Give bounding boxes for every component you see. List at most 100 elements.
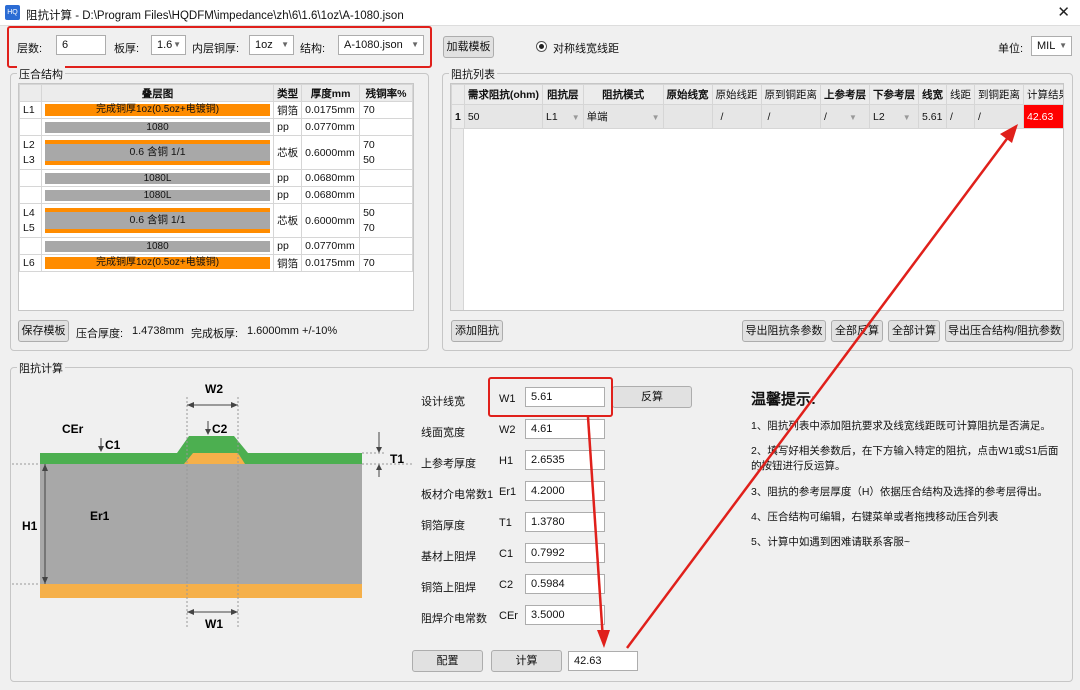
orig-space-cell[interactable]: / [711, 104, 762, 129]
inner-cu-select[interactable]: 1oz ▼ [249, 35, 294, 55]
stackup-row[interactable]: L6 完成铜厚1oz(0.5oz+电镀铜) 铜箔 0.0175mm 70 [19, 254, 413, 272]
impedance-row[interactable]: 1 50 L1 ▼ 单端 ▼ / / / ▼ L2 ▼ 5.61 / / 42.63 [451, 104, 1063, 129]
stackup-row[interactable]: L2 L3 0.6 含铜 1/1 芯板 0.6000mm 70 50 [19, 135, 413, 170]
param-label: 铜箔厚度 [421, 520, 465, 532]
close-icon[interactable]: ✕ [1057, 3, 1070, 21]
col-header: 残铜率% [359, 84, 413, 102]
col-header: 阻抗层 [542, 84, 584, 105]
thickness-cell[interactable]: 0.0680mm [301, 186, 361, 204]
ground-copper [40, 584, 362, 598]
c1-input[interactable]: 0.7992 [525, 543, 605, 563]
param-sym: W2 [499, 424, 516, 436]
thickness-cell[interactable]: 0.0770mm [301, 118, 361, 136]
layers-label: 层数: [17, 43, 43, 55]
h1-input[interactable]: 2.6535 [525, 450, 605, 470]
stackup-row[interactable]: 1080 pp 0.0770mm [19, 118, 413, 136]
finish-thickness-value: 1.6000mm +/-10% [247, 325, 338, 337]
stackup-row[interactable]: L1 完成铜厚1oz(0.5oz+电镀铜) 铜箔 0.0175mm 70 [19, 101, 413, 119]
config-button[interactable]: 配置 [412, 650, 483, 672]
chevron-down-icon: ▼ [848, 112, 857, 122]
thickness-select[interactable]: 1.6 ▼ [151, 35, 186, 55]
chevron-down-icon: ▼ [571, 112, 580, 122]
er1-label: Er1 [90, 509, 110, 523]
tip-item: 3、阻抗的参考层厚度（H）依据压合结构及选择的参考层得出。 [751, 486, 1048, 498]
c2-input[interactable]: 0.5984 [525, 574, 605, 594]
imp-layer-cell[interactable]: L1 ▼ [542, 104, 584, 129]
thickness-cell[interactable]: 0.6000mm [301, 135, 361, 170]
save-template-button[interactable]: 保存模板 [18, 320, 69, 342]
residual-cell[interactable]: 70 [359, 101, 413, 119]
imp-mode-cell[interactable]: 单端 ▼ [582, 104, 664, 129]
export-stackup-button[interactable]: 导出压合结构/阻抗参数 [945, 320, 1064, 342]
residual-cell[interactable]: 70 [363, 221, 409, 236]
w1-highlight [488, 377, 613, 417]
chevron-down-icon: ▼ [1059, 41, 1067, 50]
core-bar: 0.6 含铜 1/1 [44, 212, 271, 229]
load-template-button[interactable]: 加载模板 [443, 36, 494, 58]
pp-bar: 1080L [44, 189, 271, 201]
col-header: 原始线距 [711, 84, 762, 105]
symmetric-radio[interactable] [536, 41, 547, 52]
type-cell: pp [273, 169, 303, 187]
thickness-cell[interactable]: 0.0770mm [301, 237, 361, 255]
stackup-table-wrap: 叠层图 类型 厚度mm 残铜率% L1 完成铜厚1oz(0.5oz+电镀铜) 铜… [18, 83, 414, 311]
col-header: 类型 [273, 84, 303, 102]
param-label: 基材上阻焊 [421, 551, 476, 563]
stackup-row[interactable]: 1080L pp 0.0680mm [19, 169, 413, 187]
residual-cell[interactable]: 50 [363, 153, 409, 168]
orig-width-cell[interactable] [662, 104, 713, 129]
chevron-down-icon: ▼ [173, 40, 181, 49]
layer-label: L5 [23, 221, 35, 234]
reverse-calc-button[interactable]: 反算 [612, 386, 692, 408]
ref-down-cell[interactable]: L2 ▼ [869, 104, 920, 129]
stackup-row[interactable]: L4 L5 0.6 含铜 1/1 芯板 0.6000mm 50 70 [19, 203, 413, 238]
thickness-cell[interactable]: 0.6000mm [301, 203, 361, 238]
copper-strip [44, 229, 271, 233]
w2-label: W2 [205, 382, 223, 396]
cer-input[interactable]: 3.5000 [525, 605, 605, 625]
req-impedance-cell[interactable]: 50 [463, 104, 544, 129]
residual-cell[interactable]: 70 [359, 254, 413, 272]
space-cell[interactable]: / [946, 104, 976, 129]
structure-select[interactable]: A-1080.json ▼ [338, 35, 424, 55]
param-label: 线面宽度 [421, 427, 465, 439]
calc-all-button[interactable]: 全部计算 [888, 320, 940, 342]
width-cell[interactable]: 5.61 [918, 104, 948, 129]
layer-label: L1 [19, 101, 42, 119]
w2-input[interactable]: 4.61 [525, 419, 605, 439]
trace-copper [184, 453, 245, 464]
row-index: 1 [451, 104, 465, 129]
er1-input[interactable]: 4.2000 [525, 481, 605, 501]
layer-label: L6 [19, 254, 42, 272]
symmetric-label: 对称线宽线距 [553, 43, 619, 55]
thickness-cell[interactable]: 0.0680mm [301, 169, 361, 187]
col-header: 原始线宽 [662, 84, 713, 105]
param-sym: C2 [499, 579, 514, 591]
param-sym: H1 [499, 455, 514, 467]
stackup-row[interactable]: 1080 pp 0.0770mm [19, 237, 413, 255]
col-header: 阻抗模式 [582, 84, 664, 105]
tip-item: 2、填写好相关参数后，在下方输入特定的阻抗，点击W1或S1后面的按钮进行反运算。 [751, 445, 1059, 472]
t1-label: T1 [390, 452, 404, 466]
thickness-cell[interactable]: 0.0175mm [301, 101, 361, 119]
cer-label: CEr [62, 422, 84, 436]
stackup-row[interactable]: 1080L pp 0.0680mm [19, 186, 413, 204]
residual-cell[interactable]: 50 [363, 206, 409, 221]
reverse-all-button[interactable]: 全部反算 [831, 320, 883, 342]
dist-cell[interactable]: / [974, 104, 1025, 129]
ref-up-cell[interactable]: / ▼ [820, 104, 871, 129]
layers-input[interactable]: 6 [56, 35, 106, 55]
residual-cell[interactable]: 70 [363, 138, 409, 153]
col-header: 厚度mm [301, 84, 361, 102]
orig-dist-cell[interactable]: / [760, 104, 822, 129]
add-impedance-button[interactable]: 添加阻抗 [451, 320, 503, 342]
inner-cu-label: 内层铜厚: [192, 43, 240, 55]
type-cell: 铜箔 [273, 101, 303, 119]
t1-input[interactable]: 1.3780 [525, 512, 605, 532]
impedance-list-title: 阻抗列表 [449, 66, 497, 82]
thickness-cell[interactable]: 0.0175mm [301, 254, 361, 272]
export-impedance-button[interactable]: 导出阻抗条参数 [742, 320, 826, 342]
unit-select[interactable]: MIL ▼ [1031, 36, 1072, 56]
window-title: 阻抗计算 - D:\Program Files\HQDFM\impedance\… [26, 10, 404, 22]
calc-button[interactable]: 计算 [491, 650, 562, 672]
